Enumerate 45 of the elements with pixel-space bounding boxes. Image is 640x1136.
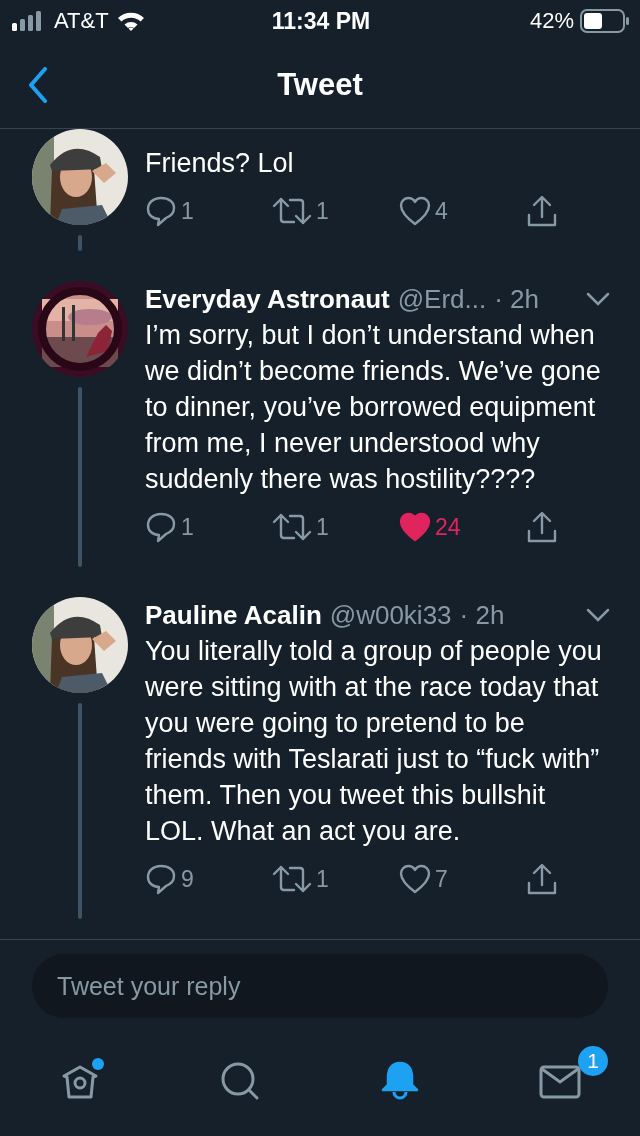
wifi-icon xyxy=(116,11,145,31)
author-name[interactable]: Pauline Acalin xyxy=(145,599,322,631)
heart-icon[interactable] xyxy=(399,512,431,542)
like-count: 7 xyxy=(435,865,448,893)
clock-time: 11:34 PM xyxy=(271,7,371,35)
reply-count: 1 xyxy=(181,197,194,225)
retweet-count: 1 xyxy=(316,197,329,225)
tweet-time: · 2h xyxy=(459,599,505,631)
carrier-name: AT&T xyxy=(54,8,109,34)
tweet-time: · 2h xyxy=(494,283,540,315)
retweet-count: 1 xyxy=(316,513,329,541)
thread-line xyxy=(78,235,82,251)
reply-icon[interactable] xyxy=(145,195,177,227)
author-handle: @w00ki33 xyxy=(329,599,452,631)
chevron-icon[interactable] xyxy=(586,292,610,306)
back-icon[interactable] xyxy=(28,67,48,103)
screen-title: Tweet xyxy=(277,67,363,103)
retweet-icon[interactable] xyxy=(272,511,312,543)
chevron-icon[interactable] xyxy=(586,608,610,622)
reply-count: 9 xyxy=(181,865,194,893)
share-icon[interactable] xyxy=(526,195,558,227)
mail-icon xyxy=(539,1063,581,1099)
battery-percent: 42% xyxy=(529,8,574,34)
share-icon[interactable] xyxy=(526,863,558,895)
bell-icon xyxy=(380,1061,420,1101)
reply-icon[interactable] xyxy=(145,511,177,543)
unread-count: 1 xyxy=(578,1046,608,1076)
author-handle: @Erd... xyxy=(397,283,487,315)
author-name[interactable]: Everyday Astronaut xyxy=(145,283,390,315)
search-icon xyxy=(220,1061,260,1101)
tweet-text: Friends? Lol xyxy=(145,147,295,180)
retweet-count: 1 xyxy=(316,865,329,893)
heart-icon[interactable] xyxy=(399,864,431,894)
like-count: 24 xyxy=(435,513,461,541)
retweet-icon[interactable] xyxy=(272,195,312,227)
reply-count: 1 xyxy=(181,513,194,541)
share-icon[interactable] xyxy=(526,511,558,543)
like-count: 4 xyxy=(435,197,448,225)
tweet-text: You literally told a group of people you were sitting with at the race today that you were going to pretend to be friends with Teslarati just to “fuck with” them. Then you tweet this bullshit LOL. What an act you are. xyxy=(145,635,603,848)
battery-icon xyxy=(580,9,630,33)
reply-icon[interactable] xyxy=(145,863,177,895)
heart-icon[interactable] xyxy=(399,196,431,226)
reply-field[interactable]: Tweet your reply xyxy=(32,954,608,1018)
retweet-icon[interactable] xyxy=(272,863,312,895)
tweet-text: I’m sorry, but I don’t understand when we didn’t become friends. We’ve gone to dinner, you’ve borrowed equipment from me, I never understood why suddenly there was hostility???? xyxy=(145,319,602,496)
